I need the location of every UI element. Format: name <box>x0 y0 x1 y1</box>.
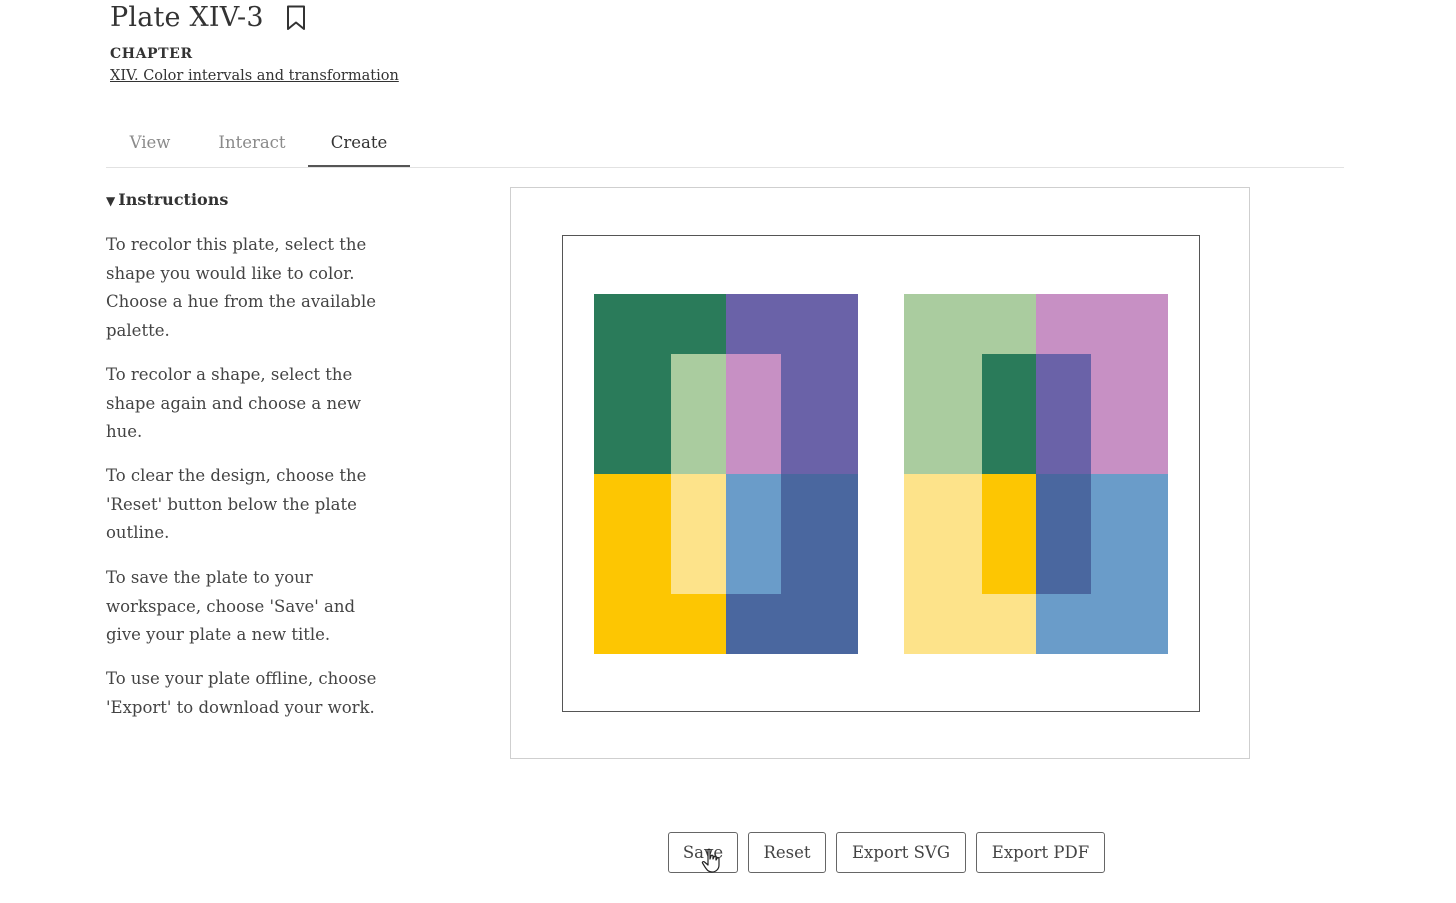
left-inner-light-blue[interactable] <box>726 474 781 594</box>
left-inner-light-green[interactable] <box>671 354 726 474</box>
left-inner-light-yellow[interactable] <box>671 474 726 594</box>
chapter-link[interactable]: XIV. Color intervals and transformation <box>110 68 399 84</box>
tab-interact[interactable]: Interact <box>198 118 306 167</box>
export-pdf-button[interactable]: Export PDF <box>976 832 1105 873</box>
tab-view[interactable]: View <box>106 118 194 167</box>
tab-bar: View Interact Create <box>106 118 1344 168</box>
right-inner-yellow[interactable] <box>982 474 1036 594</box>
page-title: Plate XIV-3 <box>110 2 264 33</box>
save-button[interactable]: Save <box>668 832 738 873</box>
export-svg-button[interactable]: Export SVG <box>836 832 966 873</box>
right-inner-purple[interactable] <box>1036 354 1091 474</box>
title-row: Plate XIV-3 <box>110 2 306 33</box>
plate-canvas <box>594 294 1168 654</box>
instructions-heading: Instructions <box>118 190 229 209</box>
instructions-paragraph: To use your plate offline, choose 'Expor… <box>106 669 377 717</box>
right-inner-dark-green[interactable] <box>982 354 1036 474</box>
bookmark-icon[interactable] <box>286 5 306 31</box>
tab-create[interactable]: Create <box>308 118 410 167</box>
reset-button[interactable]: Reset <box>748 832 826 873</box>
instructions-toggle[interactable]: ▼ Instructions <box>106 190 228 209</box>
instructions-paragraph: To recolor a shape, select the shape aga… <box>106 365 361 442</box>
chapter-label: CHAPTER <box>110 46 193 62</box>
instructions-paragraph: To recolor this plate, select the shape … <box>106 235 377 341</box>
right-inner-dark-blue[interactable] <box>1036 474 1091 594</box>
triangle-down-icon: ▼ <box>106 194 116 208</box>
instructions-paragraph: To save the plate to your workspace, cho… <box>106 568 356 645</box>
left-inner-pink[interactable] <box>726 354 781 474</box>
instructions-paragraph: To clear the design, choose the 'Reset' … <box>106 466 367 543</box>
